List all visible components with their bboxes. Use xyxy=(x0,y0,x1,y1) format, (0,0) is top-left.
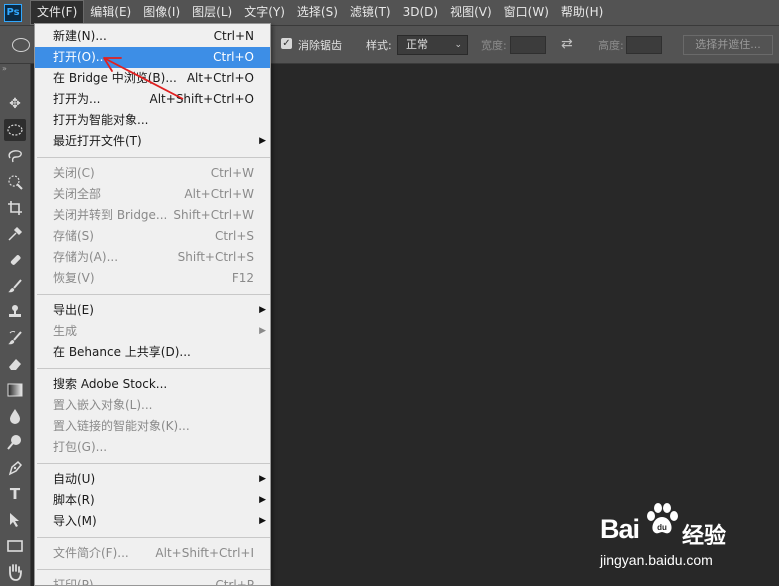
paw-logo-icon: du xyxy=(647,503,678,534)
width-label: 宽度: xyxy=(481,39,507,52)
eraser-icon[interactable] xyxy=(4,353,26,375)
menu-view[interactable]: 视图(V) xyxy=(444,0,498,25)
watermark-url: jingyan.baidu.com xyxy=(600,552,713,568)
type-icon[interactable]: T xyxy=(4,483,26,505)
menu-item-print: 打印(P)... Ctrl+P xyxy=(53,578,254,586)
menu-item-browse-bridge[interactable]: 在 Bridge 中浏览(B)... Alt+Ctrl+O xyxy=(35,68,270,89)
menu-item-revert: 恢复(V) F12 xyxy=(53,271,254,285)
submenu-arrow-icon: ▶ xyxy=(259,474,266,484)
menu-image[interactable]: 图像(I) xyxy=(137,0,186,25)
pen-icon[interactable] xyxy=(4,457,26,479)
baidu-jingyan-watermark: du Bai 经验 jingyan.baidu.com xyxy=(598,500,768,580)
dodge-icon[interactable] xyxy=(4,431,26,453)
menu-separator xyxy=(37,294,270,295)
menu-filter[interactable]: 滤镜(T) xyxy=(344,0,397,25)
menu-window[interactable]: 窗口(W) xyxy=(498,0,555,25)
chevron-down-icon: ⌄ xyxy=(454,40,462,50)
menu-type[interactable]: 文字(Y) xyxy=(238,0,291,25)
menu-item-save-as: 存储为(A)... Shift+Ctrl+S xyxy=(53,250,254,264)
menu-item-generate: 生成 ▶ xyxy=(35,321,270,342)
menu-item-recent-files[interactable]: 最近打开文件(T) ▶ xyxy=(35,131,270,152)
healing-brush-icon[interactable] xyxy=(4,249,26,271)
style-select[interactable]: 正常 ⌄ xyxy=(397,35,468,55)
style-label: 样式: xyxy=(366,39,392,52)
watermark-brand: Bai xyxy=(600,514,640,544)
antialias-label: 消除锯齿 xyxy=(298,39,342,52)
menu-separator xyxy=(37,368,270,369)
menu-item-close: 关闭(C) Ctrl+W xyxy=(53,166,254,180)
elliptical-marquee-icon[interactable] xyxy=(4,119,26,141)
eyedropper-icon[interactable] xyxy=(4,223,26,245)
menu-separator xyxy=(37,569,270,570)
hand-icon[interactable] xyxy=(4,561,26,583)
menu-item-automate[interactable]: 自动(U) ▶ xyxy=(35,469,270,490)
menu-item-export[interactable]: 导出(E) ▶ xyxy=(35,300,270,321)
tool-preset-ellipse-icon[interactable] xyxy=(12,38,30,52)
menu-item-close-all: 关闭全部 Alt+Ctrl+W xyxy=(53,187,254,201)
menu-separator xyxy=(37,157,270,158)
move-icon[interactable]: ✥ xyxy=(4,93,26,115)
submenu-arrow-icon: ▶ xyxy=(259,136,266,146)
menu-select[interactable]: 选择(S) xyxy=(291,0,344,25)
lasso-icon[interactable] xyxy=(4,145,26,167)
menu-separator xyxy=(37,537,270,538)
menu-file[interactable]: 文件(F) xyxy=(30,0,85,25)
menu-item-open-as[interactable]: 打开为... Alt+Shift+Ctrl+O xyxy=(35,89,270,110)
select-and-mask-button[interactable]: 选择并遮住... xyxy=(683,35,773,55)
menu-item-place-linked: 置入链接的智能对象(K)... xyxy=(53,419,190,433)
file-menu-dropdown: 新建(N)... Ctrl+N 打开(O)... Ctrl+O 在 Bridge 中… xyxy=(34,23,271,586)
menu-item-package: 打包(G)... xyxy=(53,440,108,454)
menu-item-import[interactable]: 导入(M) ▶ xyxy=(35,511,270,532)
submenu-arrow-icon: ▶ xyxy=(259,305,266,315)
panel-collapse-icon[interactable]: » xyxy=(2,64,7,73)
gradient-icon[interactable] xyxy=(4,379,26,401)
crop-icon[interactable] xyxy=(4,197,26,219)
style-value: 正常 xyxy=(406,38,428,51)
height-label: 高度: xyxy=(598,39,624,52)
photoshop-logo-icon: Ps xyxy=(4,3,22,22)
menu-edit[interactable]: 编辑(E) xyxy=(84,0,137,25)
menu-item-place-embedded: 置入嵌入对象(L)... xyxy=(53,398,153,412)
svg-text:du: du xyxy=(657,523,667,532)
submenu-arrow-icon: ▶ xyxy=(259,516,266,526)
antialias-checkbox[interactable]: ✓ xyxy=(281,38,292,49)
submenu-arrow-icon: ▶ xyxy=(259,495,266,505)
menu-item-close-go-bridge: 关闭并转到 Bridge... Shift+Ctrl+W xyxy=(53,208,254,222)
menu-item-open-smart-object[interactable]: 打开为智能对象... xyxy=(35,110,270,131)
brush-icon[interactable] xyxy=(4,275,26,297)
swap-width-height-icon[interactable]: ⇄ xyxy=(561,36,573,52)
submenu-arrow-icon: ▶ xyxy=(259,326,266,336)
menu-item-open[interactable]: 打开(O)... Ctrl+O xyxy=(35,47,270,68)
quick-selection-icon[interactable] xyxy=(4,171,26,193)
menu-item-share-behance[interactable]: 在 Behance 上共享(D)... xyxy=(35,342,270,363)
menu-layer[interactable]: 图层(L) xyxy=(186,0,238,25)
tools-panel: » ✥ T xyxy=(0,64,31,586)
menu-separator xyxy=(37,463,270,464)
rectangle-icon[interactable] xyxy=(4,535,26,557)
menu-item-save: 存储(S) Ctrl+S xyxy=(53,229,254,243)
menu-item-new[interactable]: 新建(N)... Ctrl+N xyxy=(35,26,270,47)
blur-icon[interactable] xyxy=(4,405,26,427)
menu-item-file-info: 文件简介(F)... Alt+Shift+Ctrl+I xyxy=(53,546,254,560)
history-brush-icon[interactable] xyxy=(4,327,26,349)
path-selection-icon[interactable] xyxy=(4,509,26,531)
height-input[interactable] xyxy=(626,36,662,54)
menu-3d[interactable]: 3D(D) xyxy=(397,0,444,25)
menu-item-search-stock[interactable]: 搜索 Adobe Stock... xyxy=(35,374,270,395)
width-input[interactable] xyxy=(510,36,546,54)
watermark-brand-cn: 经验 xyxy=(682,524,727,549)
menu-item-scripts[interactable]: 脚本(R) ▶ xyxy=(35,490,270,511)
menu-help[interactable]: 帮助(H) xyxy=(555,0,609,25)
clone-stamp-icon[interactable] xyxy=(4,301,26,323)
